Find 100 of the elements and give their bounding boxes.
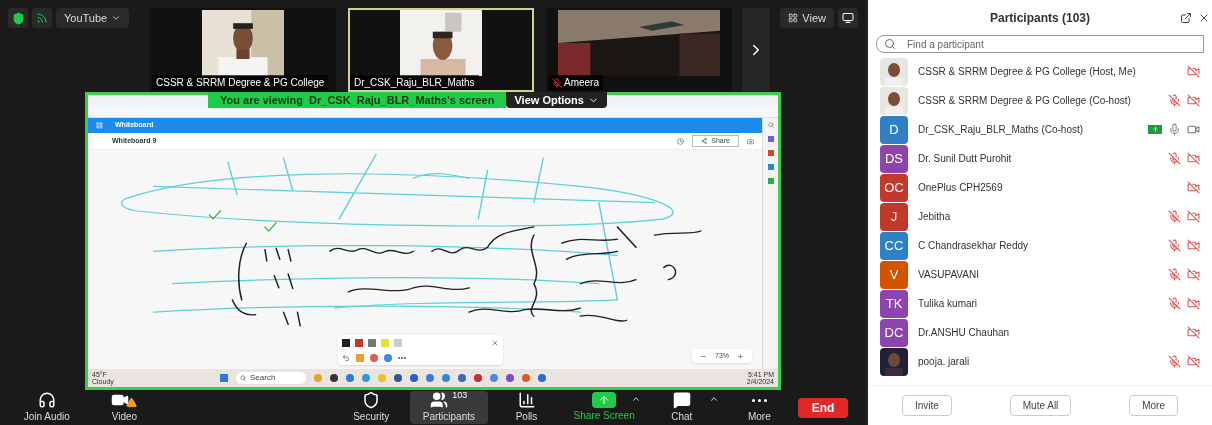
muted-mic-icon[interactable] bbox=[1168, 210, 1181, 223]
avatar-initials: CC bbox=[880, 231, 908, 260]
participant-row[interactable]: CSSR & SRRM Degree & PG College (Co-host) bbox=[868, 86, 1212, 115]
video-off-icon[interactable] bbox=[1187, 65, 1200, 78]
sidebar-app-icon[interactable] bbox=[767, 178, 774, 184]
avatar-initials: D bbox=[880, 115, 908, 144]
muted-mic-icon[interactable] bbox=[1168, 152, 1181, 165]
video-off-icon[interactable] bbox=[1187, 152, 1200, 165]
camera-icon[interactable] bbox=[747, 137, 754, 145]
participant-row[interactable]: V VASUPAVANI bbox=[868, 260, 1212, 289]
panel-title: Participants (103) bbox=[989, 9, 1090, 27]
participant-name: Dr. Sunil Dutt Purohit bbox=[918, 152, 1012, 166]
shield-check-icon[interactable] bbox=[8, 8, 28, 28]
chat-icon bbox=[672, 391, 691, 409]
participant-row[interactable]: DS Dr. Sunil Dutt Purohit bbox=[868, 144, 1212, 173]
share-icon bbox=[701, 138, 708, 144]
participant-name: Jebitha bbox=[918, 210, 951, 224]
participant-name: Tulika kumari bbox=[918, 297, 978, 311]
participant-row[interactable]: CSSR & SRRM Degree & PG College (Host, Me) bbox=[868, 57, 1212, 86]
muted-mic-icon[interactable] bbox=[1168, 94, 1181, 107]
mic-icon[interactable] bbox=[1168, 123, 1181, 136]
video-off-icon[interactable] bbox=[1187, 210, 1200, 223]
participant-name: CSSR & SRRM Degree & PG College bbox=[156, 76, 325, 90]
toolbar-button[interactable]: Share Screen bbox=[565, 391, 643, 424]
toolbar-button[interactable]: Chat bbox=[642, 391, 721, 424]
video-tile[interactable]: CSSR & SRRM Degree & PG College bbox=[150, 8, 336, 92]
search-icon bbox=[240, 375, 246, 381]
avatar-initials: OC bbox=[880, 173, 908, 202]
app-menu-button[interactable]: YouTube bbox=[56, 8, 130, 28]
caret-icon[interactable] bbox=[708, 394, 719, 404]
toolbar-button[interactable]: Security bbox=[332, 391, 411, 424]
toolbar-button[interactable]: Video bbox=[85, 391, 164, 424]
video-tile[interactable]: Dr_CSK_Raju_BLR_Maths bbox=[348, 8, 534, 92]
participant-row[interactable]: DC Dr.ANSHU Chauhan bbox=[868, 318, 1212, 347]
view-button[interactable]: View bbox=[780, 8, 834, 28]
participant-search-field[interactable]: Find a participant bbox=[876, 35, 1204, 53]
caret-icon bbox=[111, 13, 122, 23]
muted-mic-icon[interactable] bbox=[1168, 297, 1181, 310]
participant-row[interactable]: pooja. jarali bbox=[868, 347, 1212, 376]
video-off-icon[interactable] bbox=[1187, 94, 1200, 107]
toolbar-button[interactable]: 103 Participants bbox=[410, 391, 488, 424]
participant-name: Dr_CSK_Raju_BLR_Maths bbox=[354, 76, 475, 90]
share-screen-icon bbox=[592, 392, 617, 408]
avatar-initials: DC bbox=[880, 318, 908, 347]
toolbar-button[interactable]: Polls bbox=[487, 391, 566, 424]
headphones-icon bbox=[37, 391, 56, 409]
view-options-button[interactable]: View Options bbox=[506, 92, 607, 108]
pop-out-icon[interactable] bbox=[1180, 11, 1192, 24]
muted-mic-icon[interactable] bbox=[1168, 239, 1181, 252]
video-off-icon[interactable] bbox=[1187, 239, 1200, 252]
muted-mic-icon[interactable] bbox=[1168, 355, 1181, 368]
participant-name: CSSR & SRRM Degree & PG College (Host, Me) bbox=[918, 65, 1136, 79]
zoom-in-icon[interactable] bbox=[737, 352, 744, 360]
caret-icon[interactable] bbox=[630, 394, 641, 404]
panel-button[interactable]: Invite bbox=[902, 395, 952, 416]
bar-chart-icon bbox=[517, 391, 536, 409]
users-icon bbox=[430, 391, 449, 409]
search-icon[interactable] bbox=[767, 122, 774, 128]
participant-count: 103 bbox=[452, 389, 468, 403]
video-off-icon[interactable] bbox=[1187, 181, 1200, 194]
avatar-initials: V bbox=[880, 260, 908, 289]
participant-name: CSSR & SRRM Degree & PG College (Co-host) bbox=[918, 94, 1131, 108]
participant-name: OnePlus CPH2569 bbox=[918, 181, 1003, 195]
participant-name: Dr_CSK_Raju_BLR_Maths (Co-host) bbox=[918, 123, 1084, 137]
toolbar-button[interactable]: More bbox=[720, 391, 799, 424]
sidebar-app-icon[interactable] bbox=[767, 136, 774, 142]
taskbar-search-box[interactable]: Search bbox=[236, 372, 306, 384]
timer-icon[interactable] bbox=[677, 137, 685, 145]
grid-icon bbox=[788, 13, 799, 23]
signal-icon[interactable] bbox=[32, 8, 52, 28]
participant-row[interactable]: OC OnePlus CPH2569 bbox=[868, 173, 1212, 202]
video-tile[interactable]: Ameera bbox=[546, 8, 732, 92]
video-off-icon[interactable] bbox=[1187, 355, 1200, 368]
avatar-initials: DS bbox=[880, 144, 908, 173]
apps-icon[interactable] bbox=[96, 122, 103, 129]
sidebar-app-icon[interactable] bbox=[767, 150, 774, 156]
participant-row[interactable]: J Jebitha bbox=[868, 202, 1212, 231]
video-off-icon[interactable] bbox=[1187, 326, 1200, 339]
sidebar-app-icon[interactable] bbox=[767, 164, 774, 170]
end-button[interactable]: End bbox=[798, 397, 848, 418]
screen-icon[interactable] bbox=[838, 8, 858, 28]
search-icon bbox=[884, 38, 896, 50]
muted-mic-icon[interactable] bbox=[1168, 268, 1181, 281]
participant-name: C Chandrasekhar Reddy bbox=[918, 239, 1029, 253]
participant-name: pooja. jarali bbox=[918, 355, 970, 369]
avatar-initials: J bbox=[880, 202, 908, 231]
toolbar-button[interactable]: Join Audio bbox=[8, 391, 86, 424]
viewing-banner: You are viewing Dr_CSK_Raju_BLR_Maths's screen bbox=[208, 92, 507, 108]
participant-name: VASUPAVANI bbox=[918, 268, 979, 282]
video-icon[interactable] bbox=[1187, 123, 1200, 136]
participant-name: Ameera bbox=[564, 76, 599, 90]
video-off-icon[interactable] bbox=[1187, 268, 1200, 281]
shield-icon bbox=[362, 391, 381, 409]
undo-icon[interactable] bbox=[342, 353, 350, 362]
participant-row[interactable]: CC C Chandrasekhar Reddy bbox=[868, 231, 1212, 260]
panel-button[interactable]: More bbox=[1129, 395, 1178, 416]
video-off-icon[interactable] bbox=[1187, 297, 1200, 310]
panel-button[interactable]: Mute All bbox=[1009, 395, 1072, 416]
participant-row[interactable]: TK Tulika kumari bbox=[868, 289, 1212, 318]
participant-row[interactable]: D Dr_CSK_Raju_BLR_Maths (Co-host) bbox=[868, 115, 1212, 144]
